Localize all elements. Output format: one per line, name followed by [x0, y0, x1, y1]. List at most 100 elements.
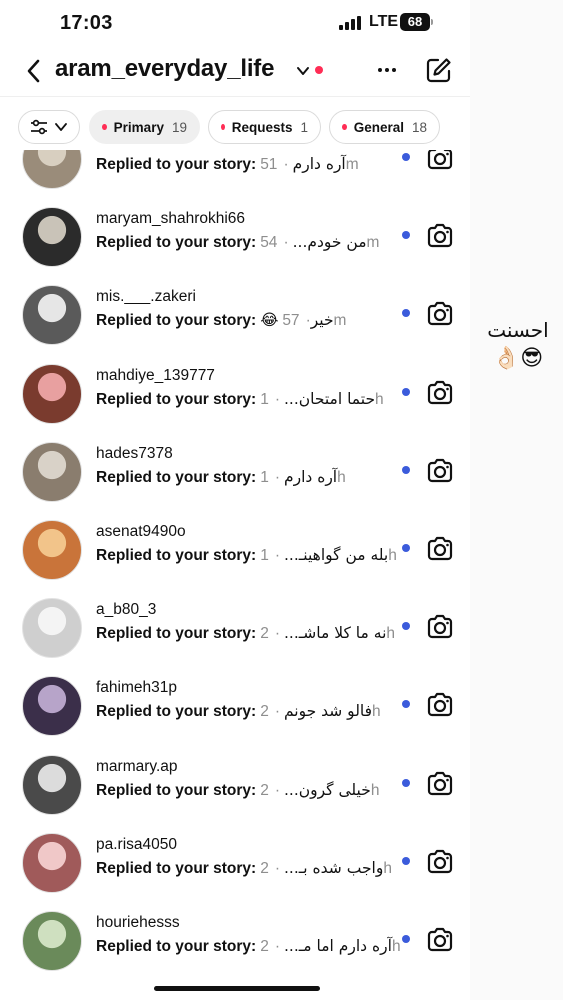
avatar[interactable] [22, 911, 82, 971]
unread-indicator [402, 935, 410, 943]
tab-general-label: General [353, 119, 404, 135]
camera-icon[interactable] [426, 849, 454, 875]
unread-indicator [402, 700, 410, 709]
separator-dot: · [274, 938, 280, 955]
separator-dot: · [283, 234, 289, 252]
avatar[interactable] [22, 207, 82, 268]
preview-label: Replied to your story: [96, 703, 257, 721]
camera-icon[interactable] [426, 692, 454, 718]
avatar[interactable] [22, 832, 82, 893]
avatar[interactable] [22, 676, 82, 737]
compose-icon[interactable] [425, 56, 453, 84]
chevron-down-icon [55, 123, 67, 131]
tab-primary[interactable]: Primary 19 [89, 110, 200, 144]
conversation-row[interactable]: a_b80_3 Replied to your story: نه ما کلا م… [0, 589, 470, 667]
preview-message: نه ما کلا ماشـ... [283, 624, 387, 643]
status-bar: 17:03 LTE 68 [0, 0, 470, 46]
camera-icon[interactable] [426, 536, 454, 562]
camera-icon[interactable] [426, 301, 454, 327]
conversation-row[interactable]: maryam_shahrokhi66 Replied to your story:… [0, 198, 470, 276]
unread-indicator [402, 465, 410, 474]
unread-dot [342, 124, 347, 130]
message-preview: Replied to your story: آره دارم·51m [96, 155, 359, 174]
conversation-row[interactable]: mahdiye_139777 Replied to your story: حتما… [0, 355, 470, 433]
separator-dot: · [274, 390, 280, 408]
preview-message: حتما امتحان... [283, 389, 376, 408]
conversation-row[interactable]: Replied to your story: آره دارم·51m [0, 150, 470, 198]
conversation-username: hades7378 [96, 444, 173, 462]
network-label: LTE [369, 13, 399, 30]
separator-dot: · [274, 547, 280, 564]
camera-icon[interactable] [426, 927, 454, 953]
preview-message: آره دارم [283, 467, 338, 486]
unread-dot [221, 124, 225, 130]
unread-indicator [402, 622, 410, 631]
conversation-username: pa.risa4050 [96, 835, 178, 853]
camera-icon[interactable] [426, 150, 454, 171]
separator-dot: · [283, 156, 289, 173]
unread-indicator [402, 231, 410, 240]
message-preview: Replied to your story: خیلی گرون...·2h [96, 781, 379, 800]
unread-indicator [402, 778, 410, 787]
conversation-row[interactable]: houriehesss Replied to your story: آره دار… [0, 902, 470, 980]
tab-primary-label: Primary [113, 119, 164, 135]
more-icon[interactable] [376, 58, 398, 82]
preview-message: واجب شده بـ... [283, 858, 384, 877]
conversation-row[interactable]: pa.risa4050 Replied to your story: واجب شد… [0, 824, 470, 902]
back-arrow-icon[interactable] [22, 54, 48, 88]
preview-label: Replied to your story: [96, 234, 257, 252]
side-note-text: احسنت [487, 318, 549, 342]
camera-icon[interactable] [426, 380, 454, 406]
preview-label: Replied to your story: [96, 859, 257, 877]
separator-dot: · [274, 859, 280, 877]
preview-label: Replied to your story: [96, 156, 257, 173]
avatar[interactable] [22, 285, 82, 346]
conversation-row[interactable]: fahimeh31p Replied to your story: فالو شد … [0, 667, 470, 745]
avatar[interactable] [22, 441, 82, 502]
chevron-down-icon[interactable] [296, 64, 310, 78]
preview-label: Replied to your story: [96, 781, 257, 799]
filter-button[interactable] [18, 110, 80, 144]
camera-icon[interactable] [426, 458, 454, 484]
avatar[interactable] [22, 363, 82, 424]
message-preview: Replied to your story: نه ما کلا ماشـ...·… [96, 624, 395, 643]
avatar[interactable] [22, 150, 82, 189]
tab-general-count: 18 [411, 119, 427, 135]
tab-general[interactable]: General 18 [329, 110, 440, 144]
message-preview: Replied to your story: بله من گواهینـ...·… [96, 546, 397, 565]
preview-message: بله من گواهینـ... [283, 546, 389, 564]
conversation-row[interactable]: hades7378 Replied to your story: آره دارم·… [0, 433, 470, 511]
camera-icon[interactable] [426, 771, 454, 797]
avatar[interactable] [22, 598, 82, 659]
side-note-emoji: 👌🏻😎 [492, 346, 544, 371]
conversation-list: Replied to your story: آره دارم·51m maryam… [0, 150, 470, 1000]
avatar[interactable] [22, 520, 82, 580]
unread-indicator [402, 153, 410, 161]
signal-icon [339, 16, 363, 30]
tab-requests-count: 1 [300, 119, 308, 135]
conversation-username: asenat9490o [96, 523, 186, 540]
message-preview: Replied to your story: 😂خیر·57m [96, 311, 346, 330]
inbox-screen: 17:03 LTE 68 aram_everyday_life Primary … [0, 0, 470, 1000]
inbox-header: aram_everyday_life [0, 46, 470, 97]
camera-icon[interactable] [426, 223, 454, 249]
preview-message: آره دارم [292, 155, 346, 173]
conversation-row[interactable]: asenat9490o Replied to your story: بله من … [0, 511, 470, 589]
conversation-username: fahimeh31p [96, 679, 178, 697]
avatar[interactable] [22, 754, 82, 815]
camera-icon[interactable] [426, 614, 454, 640]
separator-dot: · [274, 625, 280, 643]
tab-primary-count: 19 [171, 119, 187, 135]
unread-indicator [402, 544, 410, 552]
preview-label: Replied to your story: [96, 547, 257, 564]
home-indicator[interactable] [154, 986, 320, 991]
separator-dot: · [274, 703, 280, 721]
conversation-username: a_b80_3 [96, 601, 157, 619]
account-username[interactable]: aram_everyday_life [55, 55, 274, 83]
message-preview: Replied to your story: آره دارم·1h [96, 468, 346, 487]
conversation-row[interactable]: marmary.ap Replied to your story: خیلی گرو… [0, 746, 470, 824]
preview-label: Replied to your story: [96, 390, 257, 408]
tab-requests[interactable]: Requests 1 [208, 110, 321, 144]
conversation-row[interactable]: mis.___.zakeri Replied to your story: 😂خیر… [0, 276, 470, 354]
conversation-username: mis.___.zakeri [96, 288, 196, 306]
